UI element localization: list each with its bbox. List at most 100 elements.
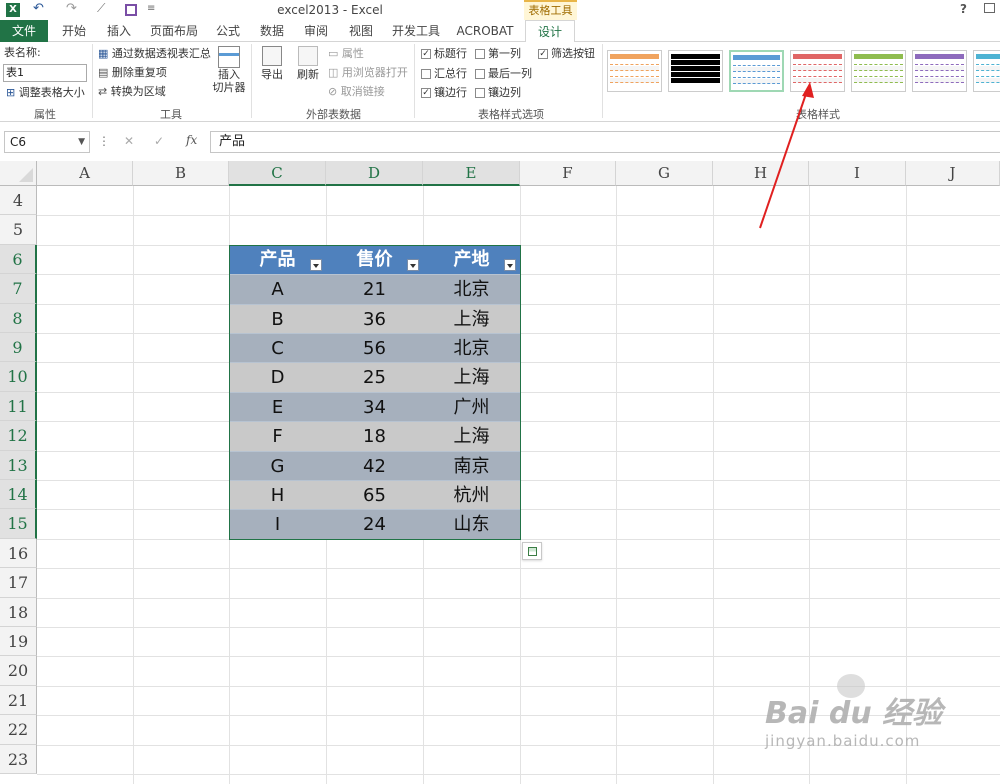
table-cell[interactable]: G: [229, 450, 326, 480]
row-header-15[interactable]: 15: [0, 509, 37, 539]
formula-input[interactable]: 产品: [210, 131, 1000, 153]
table-style-swatch[interactable]: [668, 50, 723, 92]
row-header-13[interactable]: 13: [0, 450, 37, 480]
unlink-button[interactable]: ⊘ 取消链接: [328, 85, 385, 99]
table-cell[interactable]: 上海: [423, 421, 520, 451]
resize-table-button[interactable]: ⊞ 调整表格大小: [6, 86, 85, 100]
table-cell[interactable]: 广州: [423, 391, 520, 422]
table-cell[interactable]: 上海: [423, 303, 520, 333]
row-header-8[interactable]: 8: [0, 303, 37, 333]
table-cell[interactable]: E: [229, 391, 326, 422]
open-in-browser-button[interactable]: ◫ 用浏览器打开: [328, 66, 408, 80]
table-cell[interactable]: 南京: [423, 450, 520, 480]
row-header-23[interactable]: 23: [0, 744, 37, 774]
table-cell[interactable]: F: [229, 421, 326, 451]
row-header-4[interactable]: 4: [0, 186, 37, 216]
table-cell[interactable]: 24: [326, 509, 423, 539]
column-header-C[interactable]: C: [229, 161, 326, 186]
column-header-I[interactable]: I: [809, 161, 906, 186]
tab-data[interactable]: 数据: [254, 20, 290, 42]
table-cell[interactable]: B: [229, 303, 326, 333]
column-header-J[interactable]: J: [906, 161, 1000, 186]
table-cell[interactable]: 杭州: [423, 480, 520, 510]
table-cell[interactable]: 56: [326, 333, 423, 363]
table-cell[interactable]: 65: [326, 480, 423, 510]
table-cell[interactable]: 北京: [423, 333, 520, 363]
table-cell[interactable]: A: [229, 274, 326, 304]
column-header-E[interactable]: E: [423, 161, 520, 186]
row-header-14[interactable]: 14: [0, 480, 37, 510]
confirm-edit-button[interactable]: ✓: [154, 134, 164, 148]
table-cell[interactable]: 25: [326, 362, 423, 392]
table-cell[interactable]: C: [229, 333, 326, 363]
table-cell[interactable]: 21: [326, 274, 423, 304]
row-header-20[interactable]: 20: [0, 656, 37, 686]
tab-page-layout[interactable]: 页面布局: [148, 20, 200, 42]
external-properties-button[interactable]: ▭ 属性: [328, 47, 364, 61]
row-header-5[interactable]: 5: [0, 215, 37, 245]
table-cell[interactable]: 18: [326, 421, 423, 451]
formula-bar-more-icon[interactable]: ⋮: [98, 134, 110, 148]
table-cell[interactable]: 北京: [423, 274, 520, 304]
filter-dropdown-icon[interactable]: [504, 258, 516, 271]
cancel-edit-button[interactable]: ✕: [124, 134, 134, 148]
row-header-16[interactable]: 16: [0, 538, 37, 569]
table-cell[interactable]: I: [229, 509, 326, 539]
refresh-button[interactable]: 刷新: [294, 46, 322, 82]
insert-function-button[interactable]: fx: [186, 133, 197, 147]
table-cell[interactable]: D: [229, 362, 326, 392]
row-header-12[interactable]: 12: [0, 421, 37, 451]
row-header-19[interactable]: 19: [0, 627, 37, 657]
table-cell[interactable]: 34: [326, 391, 423, 422]
row-header-7[interactable]: 7: [0, 274, 37, 304]
row-header-11[interactable]: 11: [0, 391, 37, 422]
quick-analysis-icon[interactable]: [522, 542, 542, 560]
header-row-checkbox[interactable]: ✓: [421, 49, 431, 59]
ribbon-display-icon[interactable]: [984, 3, 995, 13]
first-column-checkbox[interactable]: [475, 49, 485, 59]
column-header-B[interactable]: B: [133, 161, 229, 186]
column-header-A[interactable]: A: [37, 161, 133, 186]
filter-dropdown-icon[interactable]: [407, 258, 419, 271]
remove-duplicates-button[interactable]: ▤ 删除重复项: [98, 66, 167, 80]
table-cell[interactable]: 36: [326, 303, 423, 333]
row-header-17[interactable]: 17: [0, 568, 37, 598]
table-style-swatch[interactable]: [912, 50, 967, 92]
filter-dropdown-icon[interactable]: [310, 258, 322, 271]
row-header-9[interactable]: 9: [0, 333, 37, 363]
convert-to-range-button[interactable]: ⇄ 转换为区域: [98, 85, 166, 99]
table-style-swatch[interactable]: [851, 50, 906, 92]
last-column-checkbox[interactable]: [475, 69, 485, 79]
filter-button-checkbox[interactable]: ✓: [538, 49, 548, 59]
column-header-D[interactable]: D: [326, 161, 423, 186]
row-header-22[interactable]: 22: [0, 715, 37, 745]
help-button[interactable]: ?: [960, 2, 967, 16]
tab-developer[interactable]: 开发工具: [390, 20, 442, 42]
pivot-summarize-button[interactable]: ▦ 通过数据透视表汇总: [98, 47, 211, 61]
row-header-6[interactable]: 6: [0, 244, 37, 275]
column-header-G[interactable]: G: [616, 161, 713, 186]
table-cell[interactable]: 山东: [423, 509, 520, 539]
tab-file[interactable]: 文件: [0, 20, 48, 42]
banded-rows-checkbox[interactable]: ✓: [421, 88, 431, 98]
tab-home[interactable]: 开始: [56, 20, 92, 42]
table-cell[interactable]: 上海: [423, 362, 520, 392]
row-header-10[interactable]: 10: [0, 362, 37, 392]
name-box-dropdown-icon[interactable]: ▼: [78, 132, 85, 152]
row-header-21[interactable]: 21: [0, 685, 37, 716]
banded-columns-checkbox[interactable]: [475, 88, 485, 98]
tab-insert[interactable]: 插入: [101, 20, 137, 42]
insert-slicer-button[interactable]: 插入 切片器: [212, 46, 246, 102]
column-header-F[interactable]: F: [520, 161, 616, 186]
tab-review[interactable]: 审阅: [298, 20, 334, 42]
table-name-input[interactable]: 表1: [3, 64, 87, 82]
table-style-swatch[interactable]: [607, 50, 662, 92]
tab-design[interactable]: 设计: [525, 20, 575, 43]
select-all-corner[interactable]: [0, 161, 37, 186]
row-header-18[interactable]: 18: [0, 597, 37, 627]
export-button[interactable]: 导出: [258, 46, 286, 82]
tab-formulas[interactable]: 公式: [210, 20, 246, 42]
name-box[interactable]: C6 ▼: [4, 131, 90, 153]
table-cell[interactable]: 42: [326, 450, 423, 480]
total-row-checkbox[interactable]: [421, 69, 431, 79]
